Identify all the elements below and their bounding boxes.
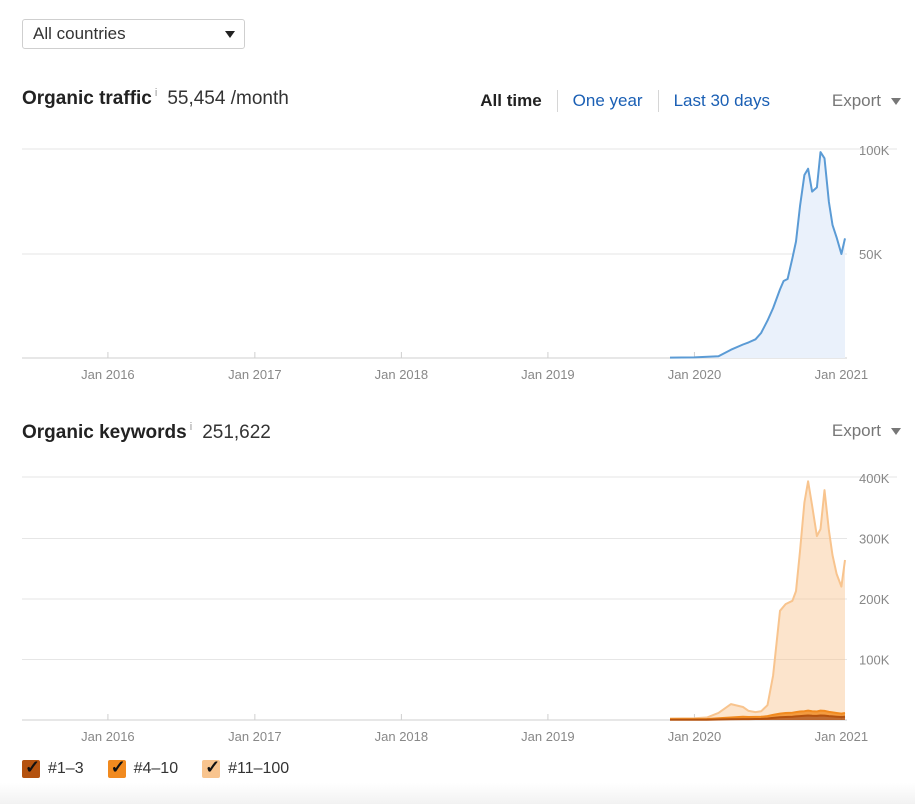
country-select[interactable]: All countries <box>22 19 245 49</box>
x-tick-label: Jan 2019 <box>521 729 575 744</box>
tab-last-30-days[interactable]: Last 30 days <box>657 90 785 112</box>
y-tick-label: 50K <box>859 247 882 262</box>
info-icon[interactable]: i <box>190 421 192 433</box>
traffic-title: Organic traffic <box>22 88 152 109</box>
traffic-chart: 50K 100K Jan 2016 Jan 2017 Jan 2018 Jan 2019 J… <box>22 143 897 382</box>
export-label: Export <box>831 91 881 110</box>
check-icon: ✓ <box>110 757 126 777</box>
legend-item-11-100[interactable]: ✓ #11–100 <box>202 757 290 778</box>
y-tick-label: 100K <box>859 653 890 668</box>
x-tick-label: Jan 2017 <box>228 367 282 382</box>
country-select-value: All countries <box>33 24 126 43</box>
range-tabs: All time One year Last 30 days <box>465 90 785 112</box>
legend-label: #4–10 <box>133 760 179 777</box>
x-tick-label: Jan 2019 <box>521 367 575 382</box>
kw-area-11-100 <box>670 481 845 720</box>
legend-item-top3[interactable]: ✓ #1–3 <box>22 757 84 778</box>
x-tick-label: Jan 2020 <box>668 729 722 744</box>
y-tick-label: 400K <box>859 471 890 486</box>
caret-down-icon <box>891 98 901 105</box>
check-icon: ✓ <box>25 757 41 777</box>
x-tick-label: Jan 2016 <box>81 367 135 382</box>
x-tick-label: Jan 2021 <box>815 729 869 744</box>
keywords-export-button[interactable]: Export <box>831 421 901 441</box>
export-label: Export <box>831 421 881 440</box>
x-tick-label: Jan 2017 <box>228 729 282 744</box>
y-tick-label: 100K <box>859 143 890 158</box>
x-tick-label: Jan 2020 <box>668 367 722 382</box>
checkbox-4-10[interactable]: ✓ <box>107 757 126 778</box>
x-tick-label: Jan 2021 <box>815 367 869 382</box>
keywords-header: Organic keywords i 251,622 <box>22 421 271 444</box>
y-tick-label: 200K <box>859 592 890 607</box>
keywords-value: 251,622 <box>202 422 271 443</box>
legend-label: #1–3 <box>48 760 84 777</box>
traffic-export-button[interactable]: Export <box>831 91 901 111</box>
legend-item-4-10[interactable]: ✓ #4–10 <box>107 757 179 778</box>
traffic-area <box>670 152 845 358</box>
checkbox-11-100[interactable]: ✓ <box>202 757 221 778</box>
check-icon: ✓ <box>205 757 221 777</box>
y-tick-label: 300K <box>859 532 890 547</box>
chevron-down-icon <box>225 31 235 38</box>
keywords-chart: 100K 200K 300K 400K Jan 2016 Jan 2017 Jan 2018… <box>22 471 897 744</box>
x-tick-label: Jan 2018 <box>375 367 429 382</box>
tab-all-time[interactable]: All time <box>465 90 556 112</box>
legend: ✓ #1–3 ✓ #4–10 ✓ #11–100 <box>22 757 313 778</box>
traffic-value: 55,454 /month <box>167 88 289 109</box>
keywords-title: Organic keywords <box>22 422 187 443</box>
tab-one-year[interactable]: One year <box>556 90 658 112</box>
bottom-fade <box>0 783 915 804</box>
x-tick-label: Jan 2016 <box>81 729 135 744</box>
legend-label: #11–100 <box>228 760 290 777</box>
caret-down-icon <box>891 428 901 435</box>
traffic-header: Organic traffic i 55,454 /month <box>22 87 289 110</box>
x-tick-label: Jan 2018 <box>375 729 429 744</box>
checkbox-top3[interactable]: ✓ <box>22 757 41 778</box>
info-icon[interactable]: i <box>155 87 157 99</box>
